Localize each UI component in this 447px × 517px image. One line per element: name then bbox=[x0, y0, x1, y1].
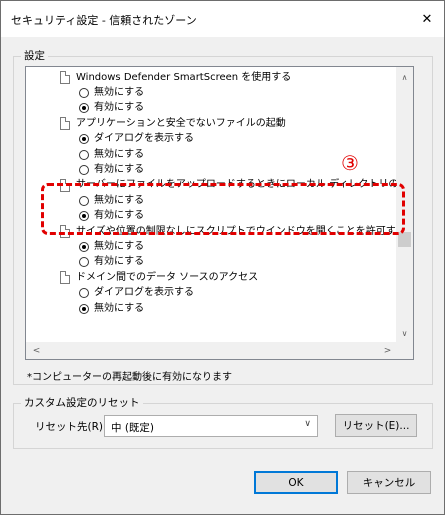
radio-button-checked[interactable] bbox=[79, 103, 89, 114]
radio-button-checked[interactable] bbox=[79, 211, 89, 222]
title-bar: セキュリティ設定 - 信頼されたゾーン ✕ bbox=[1, 1, 444, 37]
setting-option-label: 有効にする bbox=[94, 163, 145, 175]
settings-list: Windows Defender SmartScreen を使用する 無効にする有… bbox=[26, 67, 398, 344]
setting-category-label: サイズや位置の制限なしにスクリプトでウインドウを開くことを許可する bbox=[76, 225, 398, 237]
reset-level-dropdown[interactable]: 中 (既定) ∨ bbox=[104, 415, 318, 437]
chevron-left-icon: < bbox=[32, 345, 41, 356]
custom-reset-group-title: カスタム設定のリセット bbox=[21, 395, 143, 410]
scroll-left-button[interactable]: < bbox=[28, 342, 45, 359]
radio-button-checked[interactable] bbox=[79, 134, 89, 145]
setting-option-label: 有効にする bbox=[94, 256, 145, 268]
reset-to-label: リセット先(R): bbox=[35, 421, 107, 433]
setting-category-label: サーバーにファイルをアップロードするときにローカル ディレクトリのパスを含める bbox=[76, 179, 398, 191]
ok-button-label: OK bbox=[288, 476, 304, 489]
settings-tree[interactable]: Windows Defender SmartScreen を使用する 無効にする有… bbox=[25, 66, 414, 360]
ok-button[interactable]: OK bbox=[254, 471, 338, 494]
setting-option-label: 無効にする bbox=[94, 86, 145, 98]
window-title: セキュリティ設定 - 信頼されたゾーン bbox=[11, 14, 197, 27]
radio-button-checked[interactable] bbox=[79, 241, 89, 252]
cancel-button[interactable]: キャンセル bbox=[347, 471, 431, 494]
close-icon: ✕ bbox=[421, 11, 433, 27]
page-icon bbox=[60, 271, 70, 285]
setting-option-label: 有効にする bbox=[94, 102, 145, 114]
scroll-down-button[interactable]: ∨ bbox=[396, 325, 413, 342]
vertical-scroll-thumb[interactable] bbox=[398, 232, 411, 247]
radio-button[interactable] bbox=[79, 257, 89, 268]
radio-button[interactable] bbox=[79, 149, 89, 160]
reset-button-label: リセット(E)... bbox=[342, 420, 410, 432]
chevron-up-icon: ∧ bbox=[401, 73, 408, 82]
cancel-button-label: キャンセル bbox=[362, 477, 416, 489]
setting-option-label: 無効にする bbox=[94, 194, 145, 206]
page-icon bbox=[60, 225, 70, 238]
setting-category-label: Windows Defender SmartScreen を使用する bbox=[76, 71, 292, 83]
page-icon bbox=[60, 178, 70, 192]
reset-level-value: 中 (既定) bbox=[111, 422, 155, 434]
page-icon bbox=[60, 71, 70, 84]
page-icon bbox=[60, 117, 70, 131]
security-settings-dialog: セキュリティ設定 - 信頼されたゾーン ✕ 設定 Windows Defende… bbox=[0, 0, 445, 515]
setting-option-label: 無効にする bbox=[94, 302, 145, 314]
settings-group-title: 設定 bbox=[21, 48, 48, 63]
horizontal-scrollbar[interactable]: < > bbox=[26, 342, 398, 359]
restart-note: *コンピューターの再起動後に有効になります bbox=[27, 372, 232, 383]
chevron-right-icon: > bbox=[383, 345, 392, 356]
radio-button[interactable] bbox=[79, 164, 89, 175]
setting-option[interactable]: 無効にする bbox=[79, 300, 144, 317]
reset-button[interactable]: リセット(E)... bbox=[335, 414, 417, 437]
scrollbar-corner bbox=[396, 342, 413, 359]
setting-option-label: 無効にする bbox=[94, 240, 145, 252]
scroll-right-button[interactable]: > bbox=[379, 342, 396, 359]
setting-option-label: 無効にする bbox=[94, 148, 145, 160]
setting-option-label: ダイアログを表示する bbox=[94, 133, 194, 145]
setting-category-label: アプリケーションと安全でないファイルの起動 bbox=[76, 117, 286, 129]
chevron-down-icon: ∨ bbox=[304, 419, 311, 429]
annotation-number: ③ bbox=[341, 151, 359, 175]
radio-button[interactable] bbox=[79, 87, 89, 98]
setting-category-label: ドメイン間でのデータ ソースのアクセス bbox=[76, 271, 259, 283]
close-button[interactable]: ✕ bbox=[414, 7, 440, 31]
radio-button-checked[interactable] bbox=[79, 303, 89, 314]
setting-option-label: ダイアログを表示する bbox=[94, 287, 194, 299]
chevron-down-icon: ∨ bbox=[401, 329, 408, 338]
vertical-scrollbar[interactable]: ∧ ∨ bbox=[396, 67, 413, 344]
radio-button[interactable] bbox=[79, 195, 89, 206]
setting-option-label: 有効にする bbox=[94, 210, 145, 222]
scroll-up-button[interactable]: ∧ bbox=[396, 69, 413, 86]
radio-button[interactable] bbox=[79, 288, 89, 299]
